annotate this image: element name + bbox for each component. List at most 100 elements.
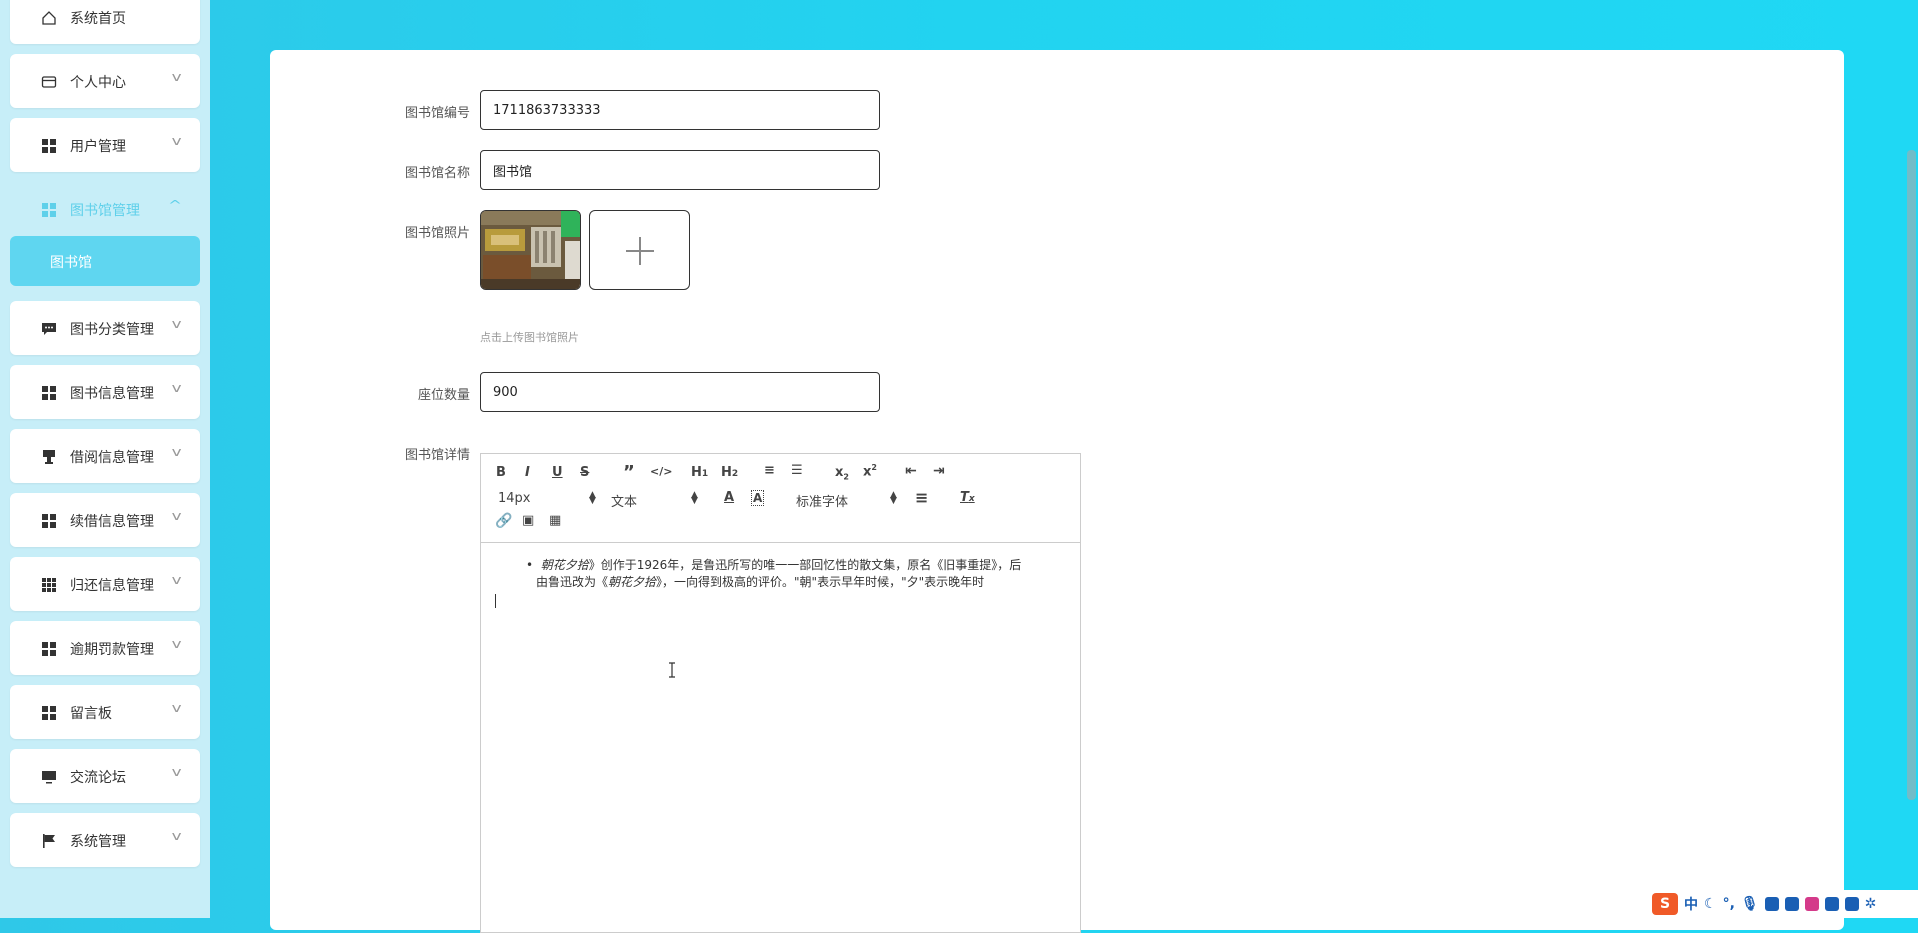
moon-icon[interactable]: ☾ xyxy=(1704,896,1717,912)
sidebar-item-11[interactable]: 交流论坛 v xyxy=(10,749,200,803)
format-select[interactable]: 文本 ▲ ▼ xyxy=(611,491,698,511)
keyboard-icon[interactable] xyxy=(1764,897,1779,911)
content-line-1: • 朝花夕拾》创作于1926年，是鲁迅所写的唯一一部回忆性的散文集，原名《旧事重… xyxy=(526,558,1022,572)
rich-text-editor[interactable]: B I U S ” </> H1 H2 ≡ ☰ x2 x2 ⇤ ⇥ 14px ▲… xyxy=(480,453,1081,933)
background-color-icon[interactable]: A xyxy=(751,490,765,506)
sidebar-item-label: 系统首页 xyxy=(70,11,126,27)
sidebar-item-label: 交流论坛 xyxy=(70,770,126,786)
grid-icon xyxy=(41,705,57,721)
chevron-down-icon: v xyxy=(171,637,182,651)
select-arrows-icon: ▲ ▼ xyxy=(691,490,698,506)
seats-label: 座位数量 xyxy=(417,388,470,403)
italic-icon[interactable]: I xyxy=(525,465,530,480)
stamp-icon xyxy=(41,449,57,465)
editor-toolbar: B I U S ” </> H1 H2 ≡ ☰ x2 x2 ⇤ ⇥ 14px ▲… xyxy=(481,454,1080,543)
home-icon xyxy=(41,10,57,26)
chevron-up-icon: ^ xyxy=(167,198,183,212)
message-icon xyxy=(41,321,57,337)
sidebar-item-label: 续借信息管理 xyxy=(70,514,154,530)
sidebar-item-1[interactable]: 个人中心 v xyxy=(10,54,200,108)
ordered-list-icon[interactable]: ≡ xyxy=(764,463,775,478)
align-icon[interactable]: ≡ xyxy=(915,488,928,507)
strike-icon[interactable]: S xyxy=(580,465,589,480)
ime-mode[interactable]: 中 xyxy=(1684,894,1698,914)
select-arrows-icon: ▲ ▼ xyxy=(589,490,596,506)
select-arrows-icon: ▲ ▼ xyxy=(890,490,897,506)
grid-icon xyxy=(41,202,57,218)
sidebar-item-label: 图书分类管理 xyxy=(70,322,154,338)
blockquote-icon[interactable]: ” xyxy=(623,462,635,483)
ime-toolbar: S 中 ☾ °, 🎙 ✲ xyxy=(1648,890,1918,918)
chevron-down-icon: v xyxy=(171,765,182,779)
apps-icon[interactable] xyxy=(1844,897,1859,911)
monitor-icon xyxy=(41,769,57,785)
image-icon[interactable]: ▣ xyxy=(522,513,534,528)
sidebar-item-3[interactable]: 图书馆管理 ^ xyxy=(10,182,200,236)
font-family-select[interactable]: 标准字体 ▲ ▼ xyxy=(796,490,897,511)
link-icon[interactable]: 🔗 xyxy=(495,513,512,529)
subscript-icon[interactable]: x2 xyxy=(835,465,849,482)
header-1-icon[interactable]: H1 xyxy=(691,465,708,480)
content-prefix-2: 由鲁迅改为《 xyxy=(536,575,609,589)
game-icon[interactable] xyxy=(1824,897,1839,911)
submenu-item-library[interactable]: 图书馆 xyxy=(10,236,200,286)
sidebar-item-label: 图书馆管理 xyxy=(70,203,140,219)
chevron-down-icon: v xyxy=(171,829,182,843)
font-size-select[interactable]: 14px ▲ ▼ xyxy=(498,491,596,507)
skin-icon[interactable] xyxy=(1804,897,1819,911)
text-caret xyxy=(495,594,496,608)
outdent-icon[interactable]: ⇤ xyxy=(905,463,917,479)
library-name-input[interactable]: 图书馆 xyxy=(480,150,880,190)
scrollbar-thumb[interactable] xyxy=(1907,150,1916,800)
sidebar-item-label: 借阅信息管理 xyxy=(70,450,154,466)
sidebar-item-7[interactable]: 续借信息管理 v xyxy=(10,493,200,547)
sidebar-item-0[interactable]: 系统首页 xyxy=(10,0,200,44)
detail-label: 图书馆详情 xyxy=(404,448,470,463)
grid-icon xyxy=(41,513,57,529)
font-color-icon[interactable]: A xyxy=(724,490,734,505)
sidebar-item-4[interactable]: 图书分类管理 v xyxy=(10,301,200,355)
code-block-icon[interactable]: </> xyxy=(650,465,672,478)
clear-format-icon[interactable]: Tx xyxy=(960,490,975,505)
dots-grid-icon xyxy=(41,577,57,593)
header-2-icon[interactable]: H2 xyxy=(721,465,738,480)
photo-label: 图书馆照片 xyxy=(404,226,470,241)
photo-hint: 点击上传图书馆照片 xyxy=(480,331,579,344)
sidebar-item-5[interactable]: 图书信息管理 v xyxy=(10,365,200,419)
text-cursor-icon xyxy=(669,662,675,678)
sidebar-item-2[interactable]: 用户管理 v xyxy=(10,118,200,172)
video-icon[interactable]: ▦ xyxy=(549,513,561,528)
library-no-input[interactable]: 1711863733333 xyxy=(480,90,880,130)
page-scrollbar[interactable] xyxy=(1904,0,1918,918)
font-family-value: 标准字体 xyxy=(796,495,849,510)
sidebar-item-12[interactable]: 系统管理 v xyxy=(10,813,200,867)
sidebar-item-8[interactable]: 归还信息管理 v xyxy=(10,557,200,611)
seats-input[interactable]: 900 xyxy=(480,372,880,412)
sidebar-item-label: 图书信息管理 xyxy=(70,386,154,402)
format-value: 文本 xyxy=(611,495,638,510)
microphone-icon[interactable]: 🎙 xyxy=(1741,896,1759,912)
sidebar-item-6[interactable]: 借阅信息管理 v xyxy=(10,429,200,483)
photo-thumbnail[interactable] xyxy=(480,210,581,290)
content-text-1: 》创作于1926年，是鲁迅所写的唯一一部回忆性的散文集，原名《旧事重提》，后 xyxy=(588,558,1022,572)
user-icon[interactable] xyxy=(1784,897,1799,911)
editor-content[interactable]: • 朝花夕拾》创作于1926年，是鲁迅所写的唯一一部回忆性的散文集，原名《旧事重… xyxy=(481,542,1080,932)
grid-icon xyxy=(41,385,57,401)
sidebar-item-10[interactable]: 留言板 v xyxy=(10,685,200,739)
library-no-label: 图书馆编号 xyxy=(404,106,470,121)
library-name-label: 图书馆名称 xyxy=(404,166,470,181)
superscript-icon[interactable]: x2 xyxy=(863,463,877,479)
photo-upload-button[interactable] xyxy=(589,210,690,290)
underline-icon[interactable]: U xyxy=(552,465,563,480)
library-no-value: 1711863733333 xyxy=(493,102,601,118)
settings-icon[interactable]: ✲ xyxy=(1865,896,1877,912)
bold-icon[interactable]: B xyxy=(496,465,506,480)
punctuation-icon[interactable]: °, xyxy=(1723,896,1735,912)
sidebar-item-9[interactable]: 逾期罚款管理 v xyxy=(10,621,200,675)
ime-logo-icon[interactable]: S xyxy=(1652,893,1678,915)
card-icon xyxy=(41,74,57,90)
flag-icon xyxy=(41,833,57,849)
indent-icon[interactable]: ⇥ xyxy=(933,463,945,479)
library-photo-image xyxy=(481,211,580,289)
bullet-list-icon[interactable]: ☰ xyxy=(791,463,803,478)
